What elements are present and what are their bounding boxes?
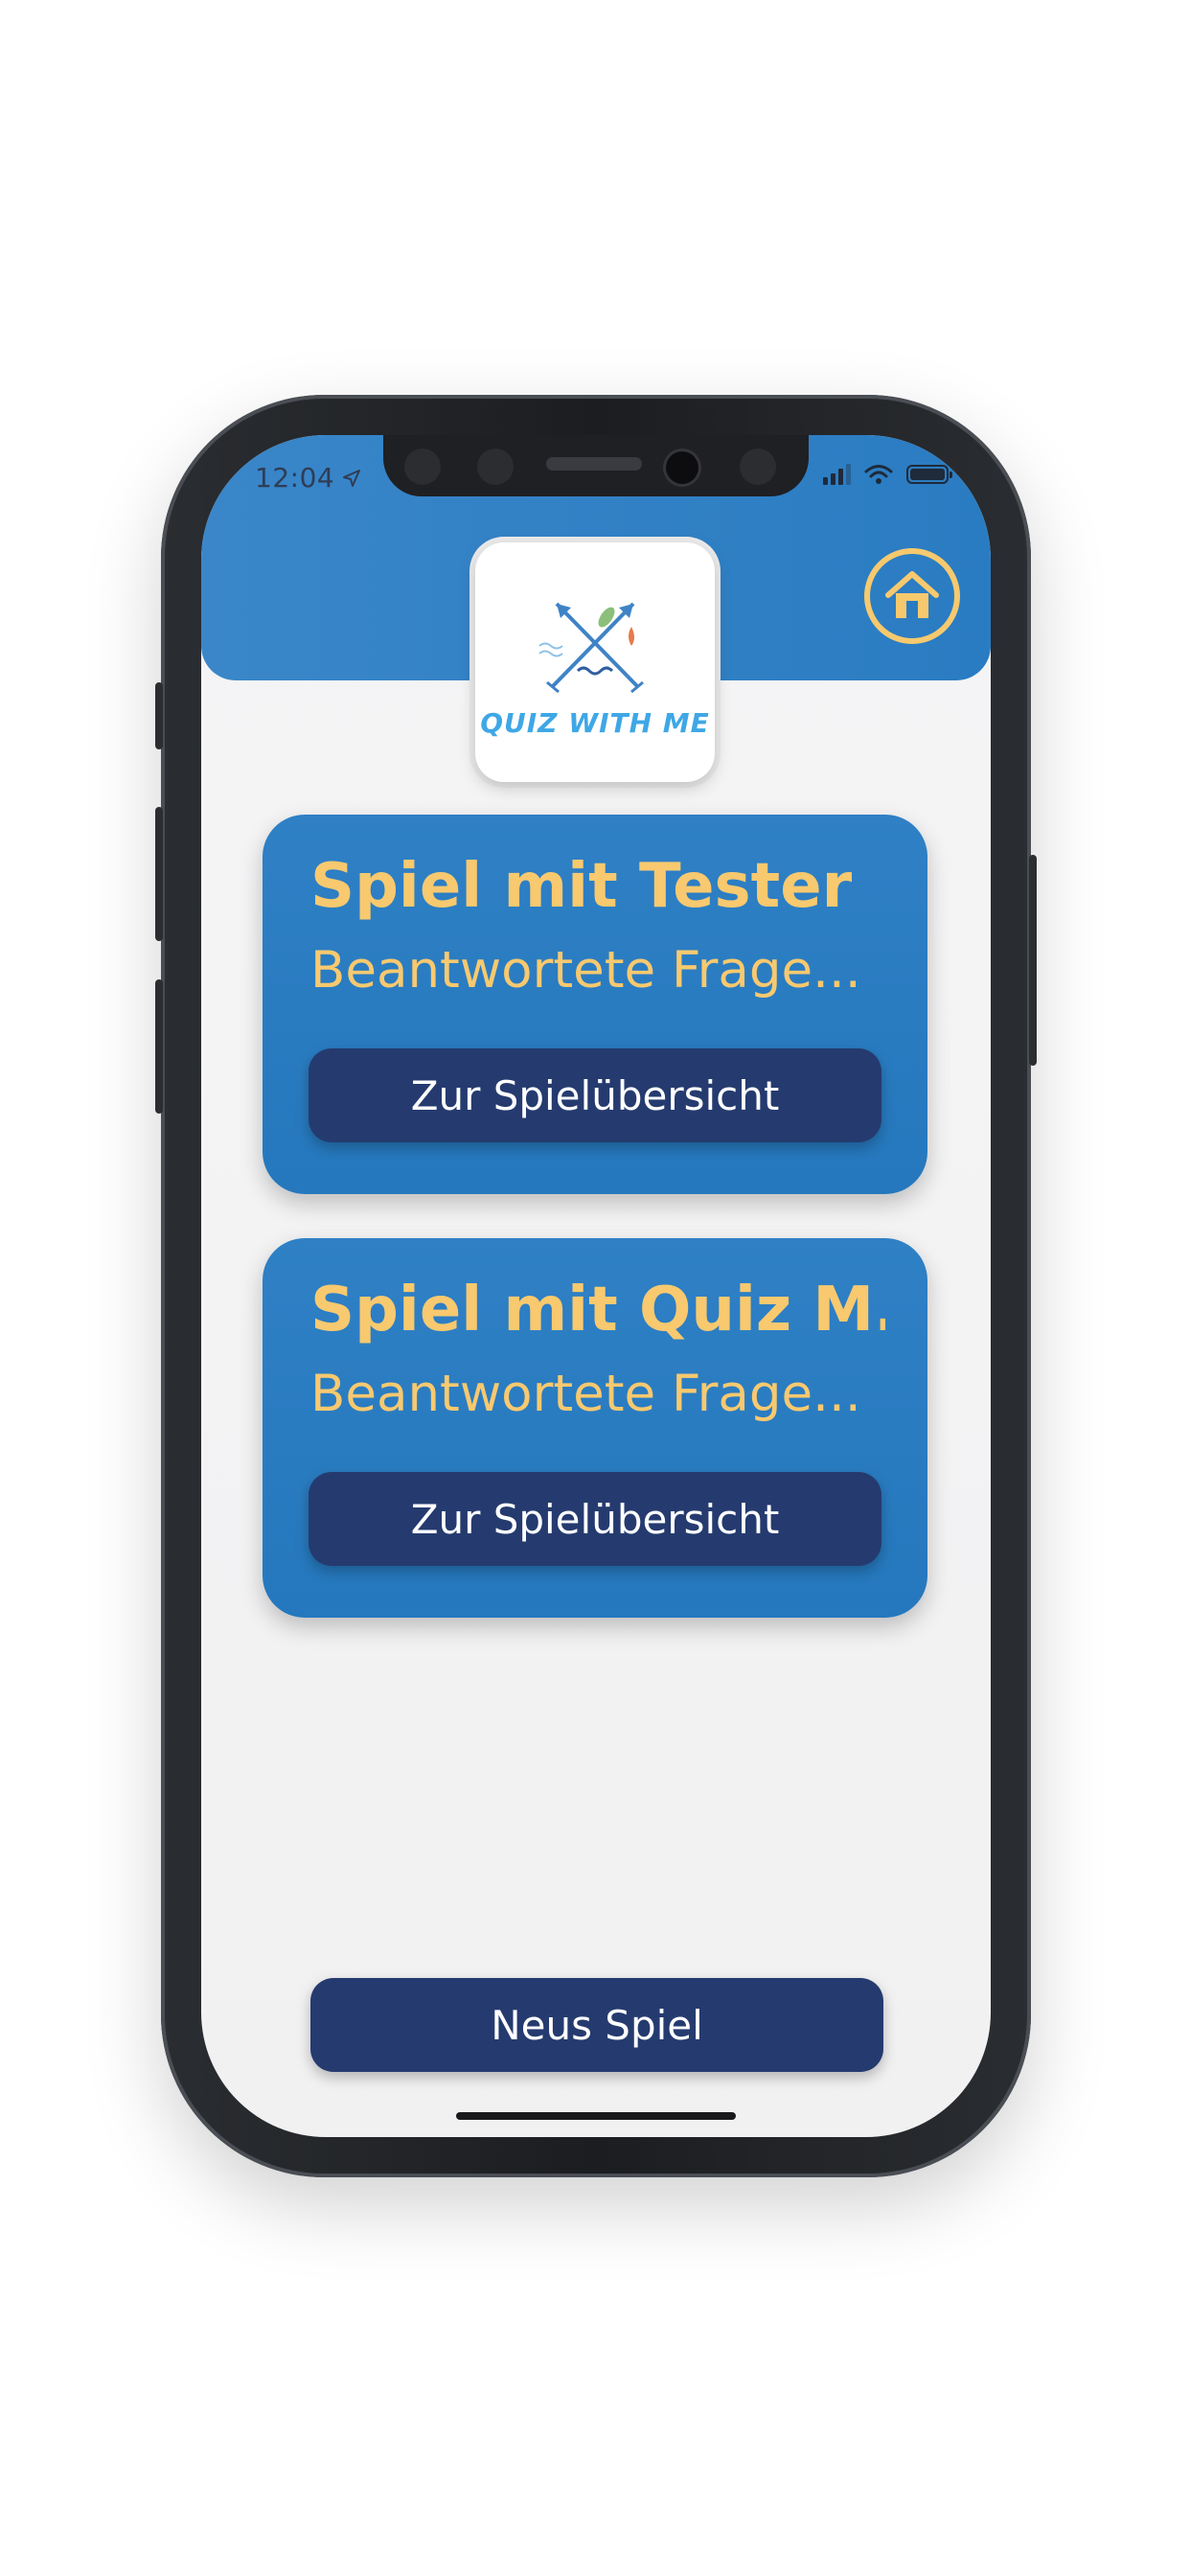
sensor-dot (404, 448, 441, 485)
game-subtitle: Beantwortete Frage... (310, 941, 861, 1000)
new-game-button[interactable]: Neus Spiel (310, 1978, 883, 2072)
silent-switch (155, 682, 163, 749)
wifi-icon (864, 465, 893, 484)
status-time: 12:04 (255, 462, 335, 494)
logo-text: QUIZ WITH ME (480, 706, 710, 739)
game-card: Spiel mit Tester Beantwortete Frage... Z… (263, 815, 927, 1194)
game-overview-button[interactable]: Zur Spielübersicht (309, 1472, 881, 1566)
sensor-dot (740, 448, 776, 485)
app-screen: 12:04 QUIZ WITH ME Spiel mit Tester Bean… (201, 435, 991, 2137)
power-button (1029, 855, 1037, 1066)
notch (383, 435, 809, 496)
sensor-dot (477, 448, 514, 485)
home-icon (885, 571, 939, 618)
game-overview-button[interactable]: Zur Spielübersicht (309, 1048, 881, 1142)
cellular-signal-icon (823, 464, 851, 485)
crossed-arrows-logo-icon (538, 602, 644, 693)
game-subtitle: Beantwortete Frage... (310, 1365, 861, 1423)
status-time-group: 12:04 (255, 462, 361, 494)
phone-frame: 12:04 QUIZ WITH ME Spiel mit Tester Bean… (155, 395, 1037, 2177)
status-indicators (823, 464, 952, 485)
location-arrow-icon (343, 469, 361, 487)
game-title: Spiel mit Tester (310, 851, 853, 922)
front-camera (666, 451, 698, 484)
volume-up-button (155, 807, 163, 941)
battery-icon (906, 465, 952, 484)
game-card: Spiel mit Quiz M... Beantwortete Frage..… (263, 1238, 927, 1618)
game-title: Spiel mit Quiz M... (310, 1275, 885, 1346)
home-indicator[interactable] (456, 2112, 736, 2120)
app-logo: QUIZ WITH ME (475, 542, 715, 782)
volume-down-button (155, 979, 163, 1114)
earpiece-speaker (546, 457, 642, 471)
home-button[interactable] (864, 548, 960, 644)
